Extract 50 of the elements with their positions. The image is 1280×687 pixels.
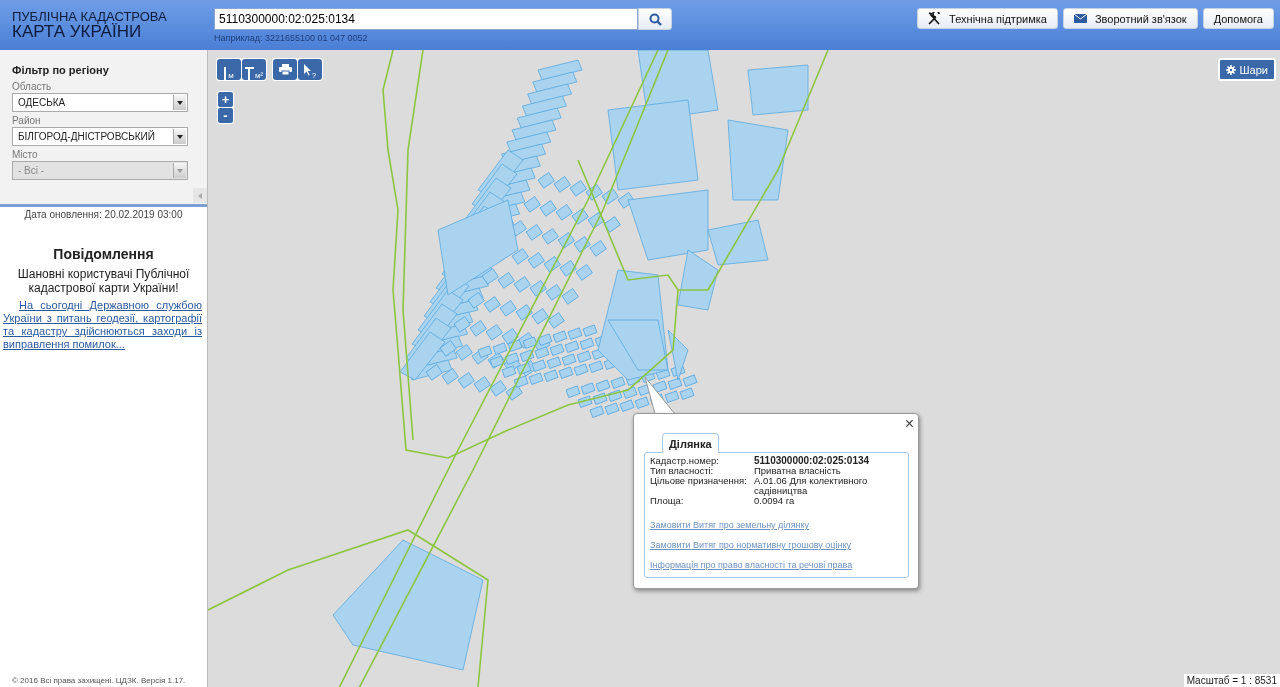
caret-icon: [177, 168, 183, 173]
printer-icon: [278, 64, 292, 75]
field-label: Цільове призначення:: [650, 476, 748, 488]
field-value: А.01.06 Для колективного садівництва: [754, 476, 869, 496]
header-button[interactable]: Допомога: [1202, 8, 1274, 29]
measure-area-button[interactable]: м²: [242, 59, 266, 80]
copyright-text: © 2016 Всі права захищені. ЦДЗК. Версія 1.17.: [11, 676, 187, 687]
caret-icon: [177, 100, 183, 105]
notice-title: Повідомлення: [52, 246, 155, 262]
field-value: Приватна власність: [754, 466, 842, 476]
close-button[interactable]: ×: [904, 415, 914, 433]
field-label: Місто: [12, 149, 39, 160]
field-value: 5110300000:02:025:0134: [754, 456, 871, 466]
logo-subtitle: ПУБЛІЧНА КАДАСТРОВА: [12, 10, 168, 23]
notice-greeting: Шановні користувачі Публічної кадастрової карти України!: [16, 267, 191, 295]
caret-icon: [198, 192, 202, 199]
header-button[interactable]: Зворотний зв'язок: [1062, 8, 1198, 29]
notice-link[interactable]: На сьогодні Державною службою України з питань геодезії, картографії та кадастру здійснюються заходи із виправлення помилок...: [3, 299, 202, 351]
popup-link[interactable]: Інформація про право власності та речові права: [650, 560, 903, 570]
popup-link[interactable]: Замовити Витяг про земельну ділянку: [650, 520, 903, 530]
print-button[interactable]: [273, 59, 297, 80]
caret-icon: [177, 134, 183, 139]
header-button[interactable]: Технічна підтримка: [917, 8, 1058, 29]
map-scale: Масштаб = 1 : 8531: [1183, 674, 1280, 687]
update-date: Дата оновлення: 20.02.2019 03:00: [23, 209, 184, 220]
logo-title: КАРТА УКРАЇНИ: [12, 23, 142, 41]
identify-button[interactable]: ?: [298, 59, 322, 80]
search-field[interactable]: 5110300000:02:025:0134: [214, 8, 638, 30]
filter-title: Фільтр по регіону: [12, 64, 110, 76]
envelope-icon: [1073, 14, 1087, 23]
field-label: Область: [12, 81, 53, 92]
zoom-out-button[interactable]: -: [218, 108, 233, 123]
search-hint: Наприклад: 3221655100 01 047 0052: [214, 33, 369, 43]
search-icon: [648, 12, 662, 26]
search-button[interactable]: [638, 8, 672, 30]
field-label: Площа:: [650, 496, 685, 506]
region-dropdown[interactable]: ОДЕСЬКА: [12, 93, 188, 112]
field-value: 0.0094 га: [754, 496, 795, 506]
field-label: Район: [12, 115, 42, 126]
gear-icon: [1225, 64, 1236, 75]
region-dropdown[interactable]: БІЛГОРОД-ДНІСТРОВСЬКИЙ: [12, 127, 188, 146]
popup-tab[interactable]: Ділянка: [662, 433, 719, 453]
zoom-in-button[interactable]: +: [218, 92, 233, 107]
field-label: Тип власності:: [650, 466, 714, 476]
cursor-icon: [303, 63, 311, 76]
tools-icon: [928, 12, 942, 25]
layers-button[interactable]: Шари: [1217, 58, 1276, 81]
measure-length-button[interactable]: м: [217, 59, 241, 80]
field-label: Кадастр.номер:: [650, 456, 720, 466]
popup-link[interactable]: Замовити Витяг про нормативну грошову оцінку: [650, 540, 903, 550]
